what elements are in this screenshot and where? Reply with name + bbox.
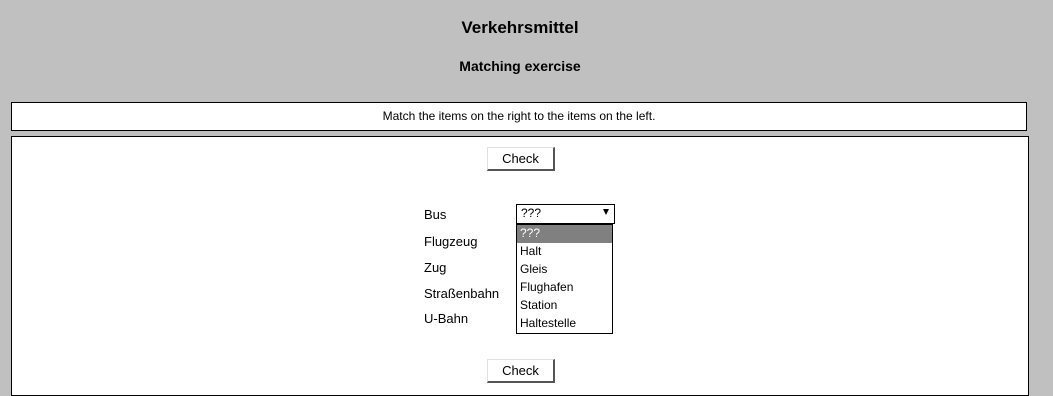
dropdown-option-flughafen[interactable]: Flughafen (517, 279, 612, 297)
term-flugzeug: Flugzeug (424, 234, 478, 249)
dropdown-option-gleis[interactable]: Gleis (517, 261, 612, 279)
exercise-panel: Check Bus Flugzeug Zug Straßenbahn U-Bah… (11, 136, 1029, 396)
answer-select-value: ??? (521, 206, 542, 220)
instructions-text: Match the items on the right to the item… (382, 109, 656, 123)
term-strassenbahn: Straßenbahn (424, 286, 500, 301)
page-subtitle: Matching exercise (459, 58, 581, 74)
dropdown-option-haltestelle[interactable]: Haltestelle (517, 315, 612, 333)
page-title: Verkehrsmittel (461, 18, 579, 37)
dropdown-option-halt[interactable]: Halt (517, 243, 612, 261)
dropdown-option-placeholder[interactable]: ??? (517, 225, 612, 243)
dropdown-arrow-icon (603, 209, 609, 215)
check-button-bottom[interactable]: Check (487, 359, 555, 383)
dropdown-option-station[interactable]: Station (517, 297, 612, 315)
answer-select-bus[interactable]: ??? (516, 204, 615, 224)
instructions-box: Match the items on the right to the item… (11, 102, 1027, 131)
check-button-top[interactable]: Check (487, 147, 555, 171)
term-u-bahn: U-Bahn (424, 311, 469, 326)
term-bus: Bus (424, 207, 447, 222)
term-zug: Zug (424, 260, 447, 275)
answer-dropdown-list[interactable]: ??? Halt Gleis Flughafen Station Haltest… (516, 224, 613, 334)
